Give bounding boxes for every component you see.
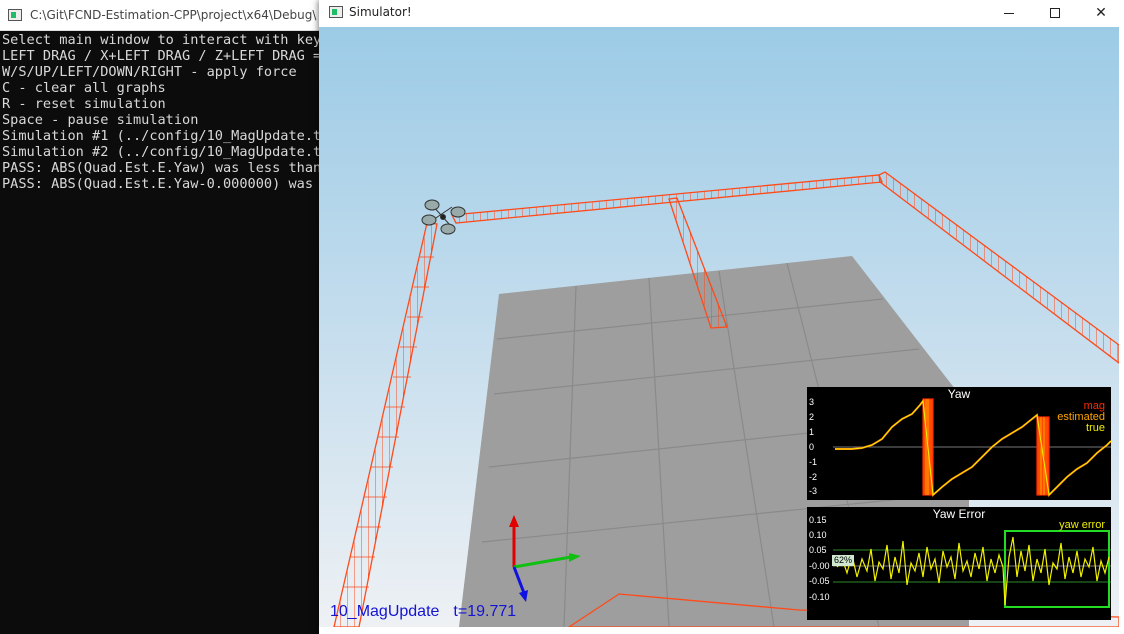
yaw-error-graph[interactable]: Yaw Error 0.15 0.10 0.05 -0.00 -0.05 -0.…: [807, 507, 1111, 620]
yaw-graph[interactable]: Yaw 3 2 1 0 -1 -2 -3 mag estimated true: [807, 387, 1111, 500]
console-line: Simulation #2 (../config/10_MagUpdate.tx: [2, 144, 322, 160]
console-output: Select main window to interact with keyb…: [2, 32, 322, 192]
console-line: Simulation #1 (../config/10_MagUpdate.tx: [2, 128, 322, 144]
threshold-badge: 62%: [832, 555, 855, 566]
maximize-icon: [1050, 8, 1060, 18]
simulator-app-icon: [329, 6, 343, 18]
console-titlebar[interactable]: C:\Git\FCND-Estimation-CPP\project\x64\D…: [0, 0, 330, 31]
legend-yaw-error: yaw error: [1059, 519, 1105, 531]
simulator-titlebar[interactable]: Simulator! ✕: [319, 0, 1124, 26]
yaw-legend: mag estimated true: [1057, 401, 1105, 434]
maximize-button[interactable]: [1032, 0, 1078, 26]
simulator-title: Simulator!: [349, 5, 412, 19]
yaw-error-legend: yaw error: [1059, 520, 1105, 531]
console-line: LEFT DRAG / X+LEFT DRAG / Z+LEFT DRAG =: [2, 48, 322, 64]
minimize-button[interactable]: [986, 0, 1032, 26]
minimize-icon: [1004, 12, 1014, 14]
console-app-icon: [8, 9, 22, 21]
console-line: PASS: ABS(Quad.Est.E.Yaw-0.000000) was l: [2, 176, 322, 192]
close-button[interactable]: ✕: [1078, 0, 1124, 26]
console-line: W/S/UP/LEFT/DOWN/RIGHT - apply force: [2, 64, 297, 80]
console-line: Space - pause simulation: [2, 112, 199, 128]
console-window: C:\Git\FCND-Estimation-CPP\project\x64\D…: [0, 0, 330, 634]
console-line: R - reset simulation: [2, 96, 166, 112]
scenario-status: 10_MagUpdate t=19.771: [330, 603, 516, 621]
legend-true: true: [1086, 422, 1105, 434]
console-line: PASS: ABS(Quad.Est.E.Yaw) was less than: [2, 160, 322, 176]
close-icon: ✕: [1095, 5, 1107, 21]
console-title: C:\Git\FCND-Estimation-CPP\project\x64\D…: [30, 8, 317, 22]
simulation-time: t=19.771: [453, 603, 517, 620]
simulation-viewport[interactable]: 10_MagUpdate t=19.771 Yaw 3 2 1 0 -1 -2 -…: [319, 27, 1119, 627]
simulator-window: Simulator! ✕ 10_MagUpdate t=19.771 Yaw 3…: [319, 0, 1124, 634]
console-line: C - clear all graphs: [2, 80, 166, 96]
scenario-name: 10_MagUpdate: [330, 603, 440, 620]
console-line: Select main window to interact with keyb: [2, 32, 322, 48]
